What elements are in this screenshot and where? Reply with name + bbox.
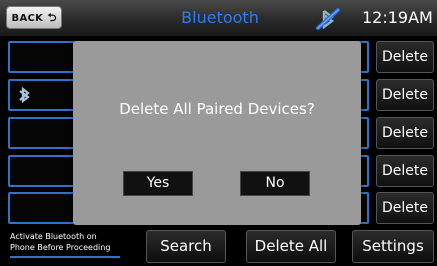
top-bar: BACK ⮌ Bluetooth 12:19AM — [0, 0, 437, 37]
bottom-bar: Activate Bluetooth on Phone Before Proce… — [0, 229, 437, 266]
delete-button[interactable]: Delete — [376, 41, 434, 73]
bluetooth-icon — [19, 86, 30, 104]
hint-line: Phone Before Proceeding — [10, 243, 111, 252]
hint-text: Activate Bluetooth on Phone Before Proce… — [10, 231, 140, 253]
return-arrow-icon: ⮌ — [47, 11, 57, 24]
dialog-message: Delete All Paired Devices? — [119, 100, 315, 118]
bluetooth-screen: BACK ⮌ Bluetooth 12:19AM Delete Delete D… — [0, 0, 437, 266]
settings-button[interactable]: Settings — [352, 230, 434, 263]
search-button[interactable]: Search — [146, 230, 226, 263]
back-button[interactable]: BACK ⮌ — [6, 6, 62, 29]
page-title: Bluetooth — [181, 8, 259, 27]
delete-all-button[interactable]: Delete All — [246, 230, 336, 263]
back-button-label: BACK — [11, 13, 44, 24]
yes-button[interactable]: Yes — [123, 171, 193, 196]
no-button[interactable]: No — [240, 171, 310, 196]
delete-button[interactable]: Delete — [376, 192, 434, 224]
delete-button[interactable]: Delete — [376, 79, 434, 111]
confirm-dialog: Delete All Paired Devices? Yes No — [73, 41, 361, 225]
delete-button[interactable]: Delete — [376, 155, 434, 187]
delete-button[interactable]: Delete — [376, 117, 434, 149]
hint-line: Activate Bluetooth on — [10, 232, 97, 241]
hint-underline — [10, 256, 120, 258]
bluetooth-disabled-icon — [316, 8, 340, 30]
clock: 12:19AM — [362, 8, 433, 27]
